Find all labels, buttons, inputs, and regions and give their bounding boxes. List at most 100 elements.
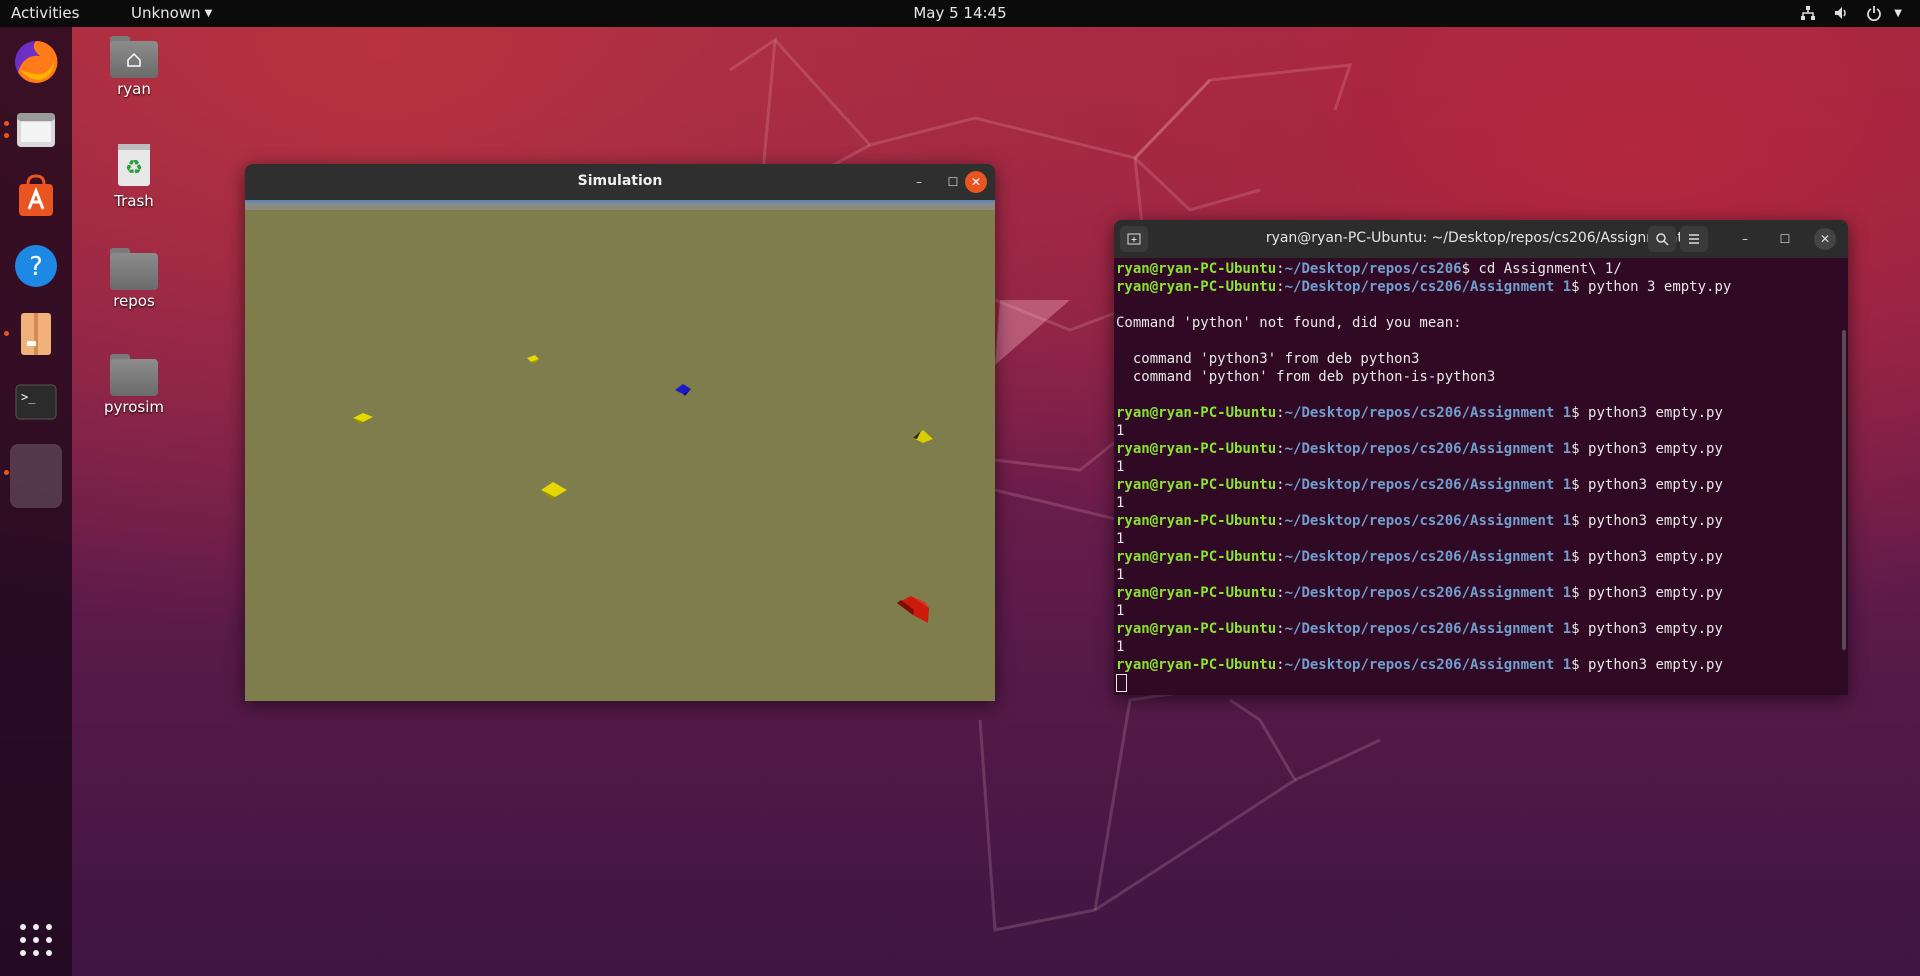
trash-icon: ♻ xyxy=(118,144,150,186)
running-indicator xyxy=(4,133,9,138)
prompt-user: ryan@ryan-PC-Ubuntu xyxy=(1116,441,1277,457)
window-title: Simulation xyxy=(577,173,663,189)
clock[interactable]: May 5 14:45 xyxy=(913,4,1006,22)
app-menu-label: Unknown xyxy=(131,4,201,22)
prompt-command: $ python3 empty.py xyxy=(1571,477,1723,493)
prompt-colon: : xyxy=(1276,657,1285,673)
close-button[interactable]: ✕ xyxy=(1814,228,1836,250)
prompt-path: ~/Desktop/repos/cs206/Assignment 1 xyxy=(1284,621,1572,637)
terminal-icon[interactable]: >_ xyxy=(10,376,62,428)
menu-button[interactable] xyxy=(1680,226,1708,252)
archive-icon[interactable] xyxy=(10,308,62,360)
prompt-command: $ python3 empty.py xyxy=(1571,405,1723,421)
running-indicator xyxy=(4,121,9,126)
terminal-output-line: command 'python3' from deb python3 xyxy=(1116,351,1420,367)
prompt-command: $ python3 empty.py xyxy=(1571,657,1723,673)
desktop-icon-trash[interactable]: ♻ Trash xyxy=(89,140,179,210)
active-window-icon[interactable] xyxy=(10,444,62,508)
network-icon xyxy=(1800,6,1815,20)
terminal-output-line: 1 xyxy=(1116,603,1125,619)
prompt-colon: : xyxy=(1276,441,1285,457)
terminal-output-line: 1 xyxy=(1116,567,1125,583)
prompt-path: ~/Desktop/repos/cs206/Assignment 1 xyxy=(1284,657,1572,673)
caret-down-icon: ▼ xyxy=(204,8,213,19)
minimize-button[interactable]: – xyxy=(1734,228,1756,250)
yellow-block xyxy=(541,482,567,499)
desktop-icon-pyrosim[interactable]: pyrosim xyxy=(89,354,179,416)
terminal-titlebar[interactable]: ryan@ryan-PC-Ubuntu: ~/Desktop/repos/cs2… xyxy=(1114,220,1848,258)
svg-text:>_: >_ xyxy=(21,390,36,404)
prompt-command: $ python3 empty.py xyxy=(1571,441,1723,457)
prompt-path: ~/Desktop/repos/cs206/Assignment 1 xyxy=(1284,279,1572,295)
prompt-user: ryan@ryan-PC-Ubuntu xyxy=(1116,549,1277,565)
show-applications-icon[interactable] xyxy=(20,924,52,956)
terminal-output-line: 1 xyxy=(1116,531,1125,547)
prompt-command: $ python 3 empty.py xyxy=(1571,279,1732,295)
terminal-prompt-line: ryan@ryan-PC-Ubuntu:~/Desktop/repos/cs20… xyxy=(1116,548,1840,566)
minimize-button[interactable]: – xyxy=(908,171,930,193)
desktop-icon-ryan[interactable]: ryan xyxy=(89,36,179,98)
running-indicator xyxy=(4,470,9,475)
prompt-command: $ cd Assignment\ 1/ xyxy=(1461,261,1622,277)
prompt-colon: : xyxy=(1276,477,1285,493)
svg-text:?: ? xyxy=(29,252,43,282)
terminal-output-line: 1 xyxy=(1116,459,1125,475)
software-icon[interactable] xyxy=(10,172,62,224)
prompt-path: ~/Desktop/repos/cs206/Assignment 1 xyxy=(1284,513,1572,529)
clock-area: May 5 14:45 xyxy=(0,4,1920,22)
terminal-prompt-line: ryan@ryan-PC-Ubuntu:~/Desktop/repos/cs20… xyxy=(1116,260,1840,278)
system-tray[interactable]: ▼ xyxy=(1788,4,1902,22)
home-folder-icon xyxy=(110,36,158,78)
yellow-block xyxy=(353,413,373,424)
simulation-titlebar[interactable]: Simulation – ☐ ✕ xyxy=(245,164,995,200)
desktop-icon-label: Trash xyxy=(114,192,154,210)
menu-caret-icon: ▼ xyxy=(1894,8,1902,19)
prompt-path: ~/Desktop/repos/cs206/Assignment 1 xyxy=(1284,477,1572,493)
prompt-path: ~/Desktop/repos/cs206/Assignment 1 xyxy=(1284,405,1572,421)
help-icon[interactable]: ? xyxy=(10,240,62,292)
files-icon[interactable] xyxy=(10,104,62,156)
prompt-colon: : xyxy=(1276,621,1285,637)
terminal-output[interactable]: ryan@ryan-PC-Ubuntu:~/Desktop/repos/cs20… xyxy=(1116,260,1840,695)
desktop-icon-label: repos xyxy=(113,292,155,310)
terminal-cursor-line xyxy=(1116,674,1840,694)
yellow-block xyxy=(913,430,933,443)
maximize-button[interactable]: ☐ xyxy=(942,171,964,193)
desktop-icon-label: ryan xyxy=(117,80,151,98)
simulation-window[interactable]: Simulation – ☐ ✕ xyxy=(245,164,995,701)
prompt-command: $ python3 empty.py xyxy=(1571,549,1723,565)
hamburger-icon xyxy=(1689,234,1699,244)
app-menu[interactable]: Unknown ▼ xyxy=(131,4,212,22)
prompt-user: ryan@ryan-PC-Ubuntu xyxy=(1116,405,1277,421)
terminal-window[interactable]: ryan@ryan-PC-Ubuntu: ~/Desktop/repos/cs2… xyxy=(1114,220,1848,695)
red-block xyxy=(897,596,929,623)
close-button[interactable]: ✕ xyxy=(965,171,987,193)
activities-button[interactable]: Activities xyxy=(11,4,79,22)
terminal-prompt-line: ryan@ryan-PC-Ubuntu:~/Desktop/repos/cs20… xyxy=(1116,584,1840,602)
volume-icon xyxy=(1834,7,1846,19)
prompt-path: ~/Desktop/repos/cs206/Assignment 1 xyxy=(1284,549,1572,565)
desktop-icon-label: pyrosim xyxy=(103,398,164,416)
prompt-path: ~/Desktop/repos/cs206/Assignment 1 xyxy=(1284,441,1572,457)
cursor xyxy=(1116,674,1127,692)
firefox-icon[interactable] xyxy=(10,36,62,88)
terminal-scrollbar[interactable] xyxy=(1842,330,1846,650)
prompt-user: ryan@ryan-PC-Ubuntu xyxy=(1116,657,1277,673)
dock: ? >_ xyxy=(0,27,72,976)
simulation-canvas[interactable] xyxy=(245,210,995,701)
terminal-output-line: 1 xyxy=(1116,423,1125,439)
prompt-colon: : xyxy=(1276,405,1285,421)
terminal-prompt-line: ryan@ryan-PC-Ubuntu:~/Desktop/repos/cs20… xyxy=(1116,512,1840,530)
terminal-prompt-line: ryan@ryan-PC-Ubuntu:~/Desktop/repos/cs20… xyxy=(1116,656,1840,674)
terminal-output-line: Command 'python' not found, did you mean… xyxy=(1116,315,1462,331)
running-indicator xyxy=(4,331,9,336)
folder-icon xyxy=(110,248,158,290)
power-icon xyxy=(1866,6,1881,22)
search-button[interactable] xyxy=(1648,226,1676,252)
prompt-colon: : xyxy=(1276,585,1285,601)
desktop-icon-repos[interactable]: repos xyxy=(89,248,179,310)
maximize-button[interactable]: ☐ xyxy=(1774,228,1796,250)
prompt-user: ryan@ryan-PC-Ubuntu xyxy=(1116,279,1277,295)
search-icon xyxy=(1656,233,1669,246)
